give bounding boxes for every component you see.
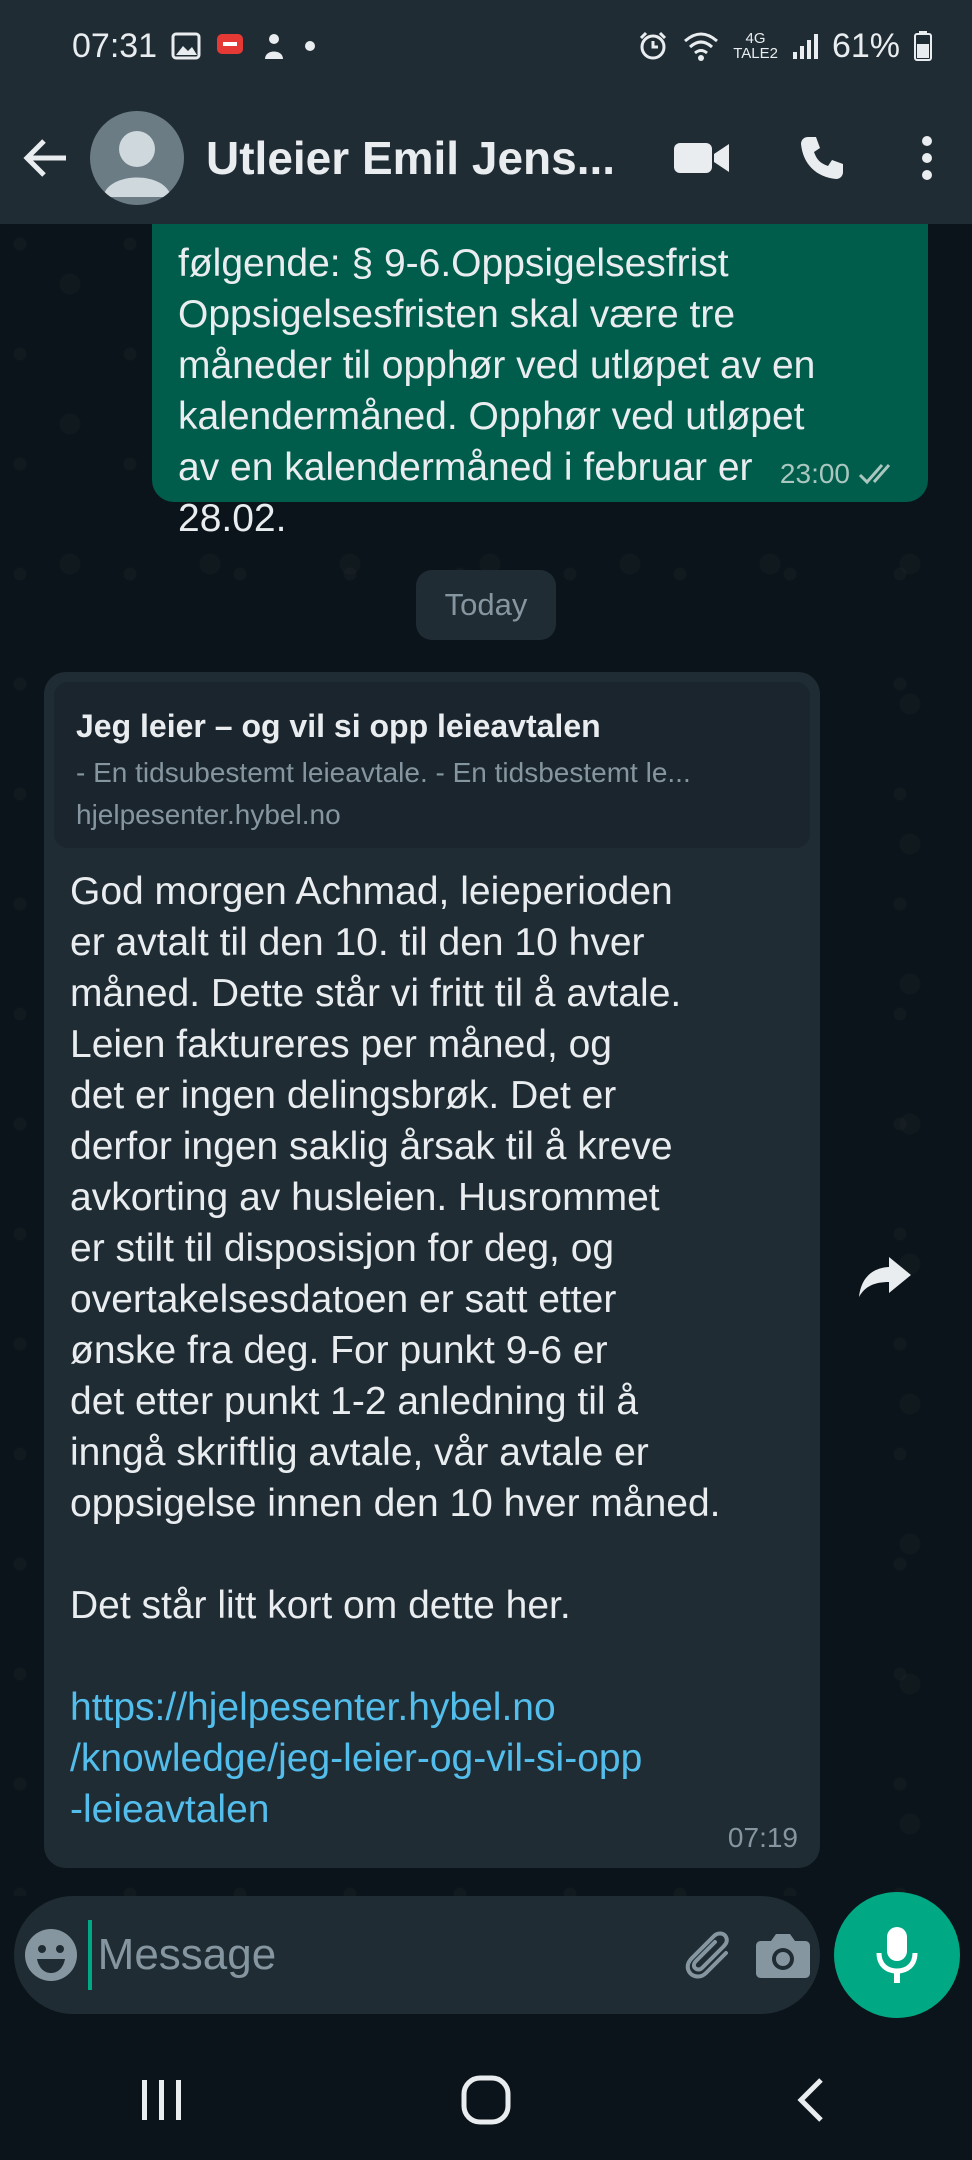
- outgoing-message-time: 23:00: [779, 458, 850, 489]
- camera-icon: [756, 1934, 811, 1978]
- outgoing-message-meta: 23:00: [780, 458, 902, 490]
- system-back-button[interactable]: [710, 2040, 910, 2160]
- chat-area[interactable]: følgende: § 9-6.Oppsigelsesfrist Oppsige…: [0, 224, 972, 1896]
- home-icon: [461, 2075, 511, 2125]
- chat-header: Utleier Emil Jens...: [0, 92, 972, 224]
- link-preview-domain: hjelpesenter.hybel.no: [76, 799, 341, 830]
- message-input[interactable]: [87, 1920, 673, 1990]
- more-options-button[interactable]: [882, 92, 972, 224]
- operator-tag: TALE2: [733, 45, 778, 62]
- chat-app-notification-icon: [215, 31, 245, 61]
- status-bar: 07:31 4G TALE2 61%: [0, 0, 972, 92]
- link-preview[interactable]: Jeg leier – og vil si opp leieavtalen - …: [54, 682, 810, 848]
- battery-percent: 61%: [831, 26, 900, 65]
- network-type: 4G: [745, 30, 766, 47]
- double-check-icon: [858, 464, 891, 485]
- voice-call-button[interactable]: [762, 92, 882, 224]
- paperclip-icon: [685, 1931, 729, 1979]
- forward-icon: [859, 1257, 911, 1297]
- network-type-label: 4G TALE2: [733, 31, 778, 61]
- battery-icon: [914, 31, 932, 61]
- gallery-notification-icon: [171, 31, 201, 61]
- forward-button[interactable]: [848, 1240, 922, 1314]
- system-navigation-bar: [0, 2040, 972, 2160]
- contact-name[interactable]: Utleier Emil Jens...: [206, 131, 626, 185]
- microphone-icon: [876, 1927, 918, 1983]
- home-button[interactable]: [386, 2040, 586, 2160]
- more-notifications-dot-icon: [303, 39, 317, 53]
- incoming-message[interactable]: Jeg leier – og vil si opp leieavtalen - …: [44, 672, 820, 1868]
- date-separator: Today: [416, 570, 556, 640]
- voice-message-button[interactable]: [834, 1892, 960, 2018]
- default-avatar-icon: [103, 131, 171, 197]
- signal-icon: [792, 32, 818, 60]
- message-link[interactable]: https://hjelpesenter.hybel.no /knowledge…: [70, 1682, 796, 1835]
- back-arrow-icon: [23, 139, 66, 177]
- outgoing-message-text: følgende: § 9-6.Oppsigelsesfrist Oppsige…: [178, 242, 816, 540]
- video-call-button[interactable]: [642, 92, 762, 224]
- incoming-message-text: God morgen Achmad, leieperioden er avtal…: [70, 870, 721, 1525]
- back-button[interactable]: [0, 92, 90, 224]
- attach-button[interactable]: [673, 1896, 747, 2014]
- alarm-icon: [637, 30, 669, 62]
- wifi-icon: [683, 31, 719, 61]
- avatar[interactable]: [90, 111, 184, 205]
- status-time: 07:31: [72, 26, 158, 65]
- incoming-message-time: 07:19: [727, 1822, 798, 1853]
- phone-icon: [801, 137, 843, 179]
- link-preview-title: Jeg leier – og vil si opp leieavtalen: [76, 708, 601, 744]
- chevron-left-icon: [797, 2078, 823, 2122]
- outgoing-message[interactable]: følgende: § 9-6.Oppsigelsesfrist Oppsige…: [152, 224, 928, 540]
- message-composer: [14, 1896, 820, 2014]
- recents-icon: [142, 2080, 181, 2120]
- incoming-message-text-2: Det står litt kort om dette her.: [70, 1584, 571, 1627]
- more-vert-icon: [922, 136, 932, 180]
- recent-apps-button[interactable]: [62, 2040, 262, 2160]
- camera-button[interactable]: [746, 1896, 820, 2014]
- link-preview-description: - En tidsubestemt leieavtale. - En tidsb…: [76, 757, 691, 788]
- emoji-button[interactable]: [14, 1896, 88, 2014]
- video-call-icon: [674, 143, 729, 173]
- emoji-icon: [24, 1929, 77, 1981]
- app-notification-icon: [259, 31, 289, 61]
